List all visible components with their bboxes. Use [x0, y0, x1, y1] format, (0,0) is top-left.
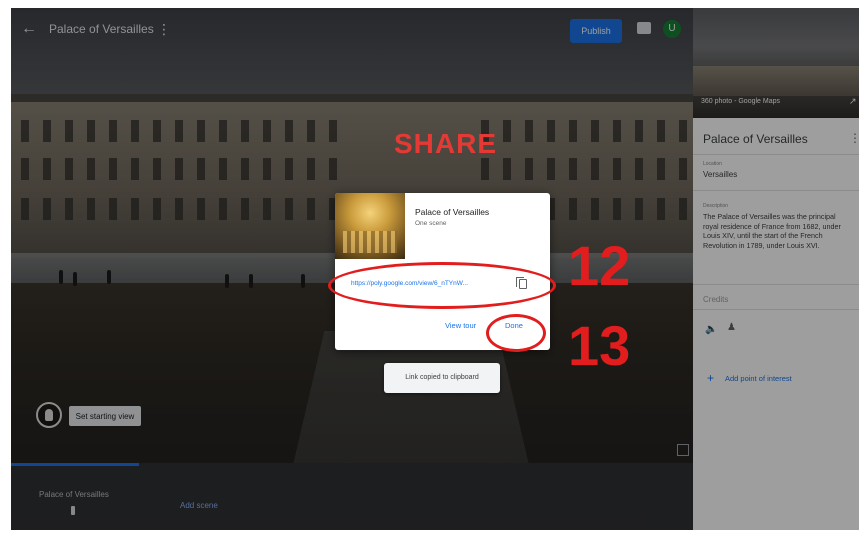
phone-icon	[71, 506, 75, 515]
view-tour-button[interactable]: View tour	[445, 321, 476, 330]
pedestrian	[225, 274, 229, 288]
audio-icon[interactable]: 🔈	[705, 324, 717, 335]
tour-title: Palace of Versailles	[49, 22, 154, 36]
window-row	[21, 158, 341, 180]
description-label: Description	[703, 203, 729, 209]
details-sidebar: 360 photo - Google Maps ↗ Palace of Vers…	[693, 8, 859, 530]
location-label: Location	[703, 161, 722, 167]
divider	[693, 154, 859, 155]
dialog-scene-count: One scene	[415, 220, 447, 227]
pedestrian	[107, 270, 111, 284]
divider	[693, 190, 859, 191]
annotation-step-13: 13	[568, 314, 631, 377]
pedestrian	[73, 272, 77, 286]
scene-filmstrip: Palace of Versailles Add scene	[11, 463, 693, 530]
pedestrian	[249, 274, 253, 288]
share-annotation-heading: SHARE	[394, 128, 498, 159]
preview-building	[693, 66, 859, 96]
person-add-icon[interactable]: ♟	[727, 322, 736, 333]
publish-button[interactable]: Publish	[570, 19, 622, 43]
add-point-of-interest-link[interactable]: Add point of interest	[725, 374, 792, 383]
editor-topbar: ← Palace of Versailles ⋮ Publish U	[11, 8, 693, 52]
preview-caption: 360 photo - Google Maps	[701, 98, 780, 105]
scene-thumbnail-label[interactable]: Palace of Versailles	[39, 490, 109, 499]
palace-roofline	[11, 94, 693, 102]
more-vert-icon[interactable]: ⋮	[157, 21, 171, 38]
pedestrian	[59, 270, 63, 284]
window-row	[21, 120, 341, 142]
divider	[693, 309, 859, 310]
window-row	[21, 198, 341, 220]
annotation-ring-done	[486, 314, 546, 352]
tour-thumbnail	[335, 193, 405, 259]
set-starting-view-button[interactable]: Set starting view	[69, 406, 141, 426]
pedestrian	[301, 274, 305, 288]
arrow-left-icon[interactable]: ←	[21, 20, 39, 38]
sidebar-title: Palace of Versailles	[703, 132, 808, 146]
avatar[interactable]: U	[663, 20, 681, 38]
description-field[interactable]: The Palace of Versailles was the princip…	[703, 212, 851, 250]
pegman-icon[interactable]	[36, 402, 62, 428]
add-scene-link[interactable]: Add scene	[180, 501, 218, 510]
annotation-step-12: 12	[568, 234, 631, 297]
fullscreen-icon[interactable]	[677, 444, 689, 456]
plus-icon[interactable]: +	[707, 371, 714, 385]
credits-label[interactable]: Credits	[703, 295, 728, 304]
more-vert-icon[interactable]: ⋮	[849, 131, 859, 145]
location-field[interactable]: Versailles	[703, 170, 737, 179]
open-in-new-icon[interactable]: ↗	[849, 96, 857, 107]
annotation-ring-link	[328, 262, 556, 309]
dialog-tour-title: Palace of Versailles	[415, 207, 490, 217]
divider	[693, 284, 859, 285]
comment-icon[interactable]	[637, 22, 651, 34]
clipboard-toast: Link copied to clipboard	[384, 363, 500, 393]
courtyard-path	[292, 331, 530, 463]
window-row	[481, 158, 691, 180]
window-row	[481, 120, 691, 142]
scene-preview-image[interactable]: 360 photo - Google Maps ↗	[693, 8, 859, 118]
scene-selected-indicator	[11, 463, 139, 466]
